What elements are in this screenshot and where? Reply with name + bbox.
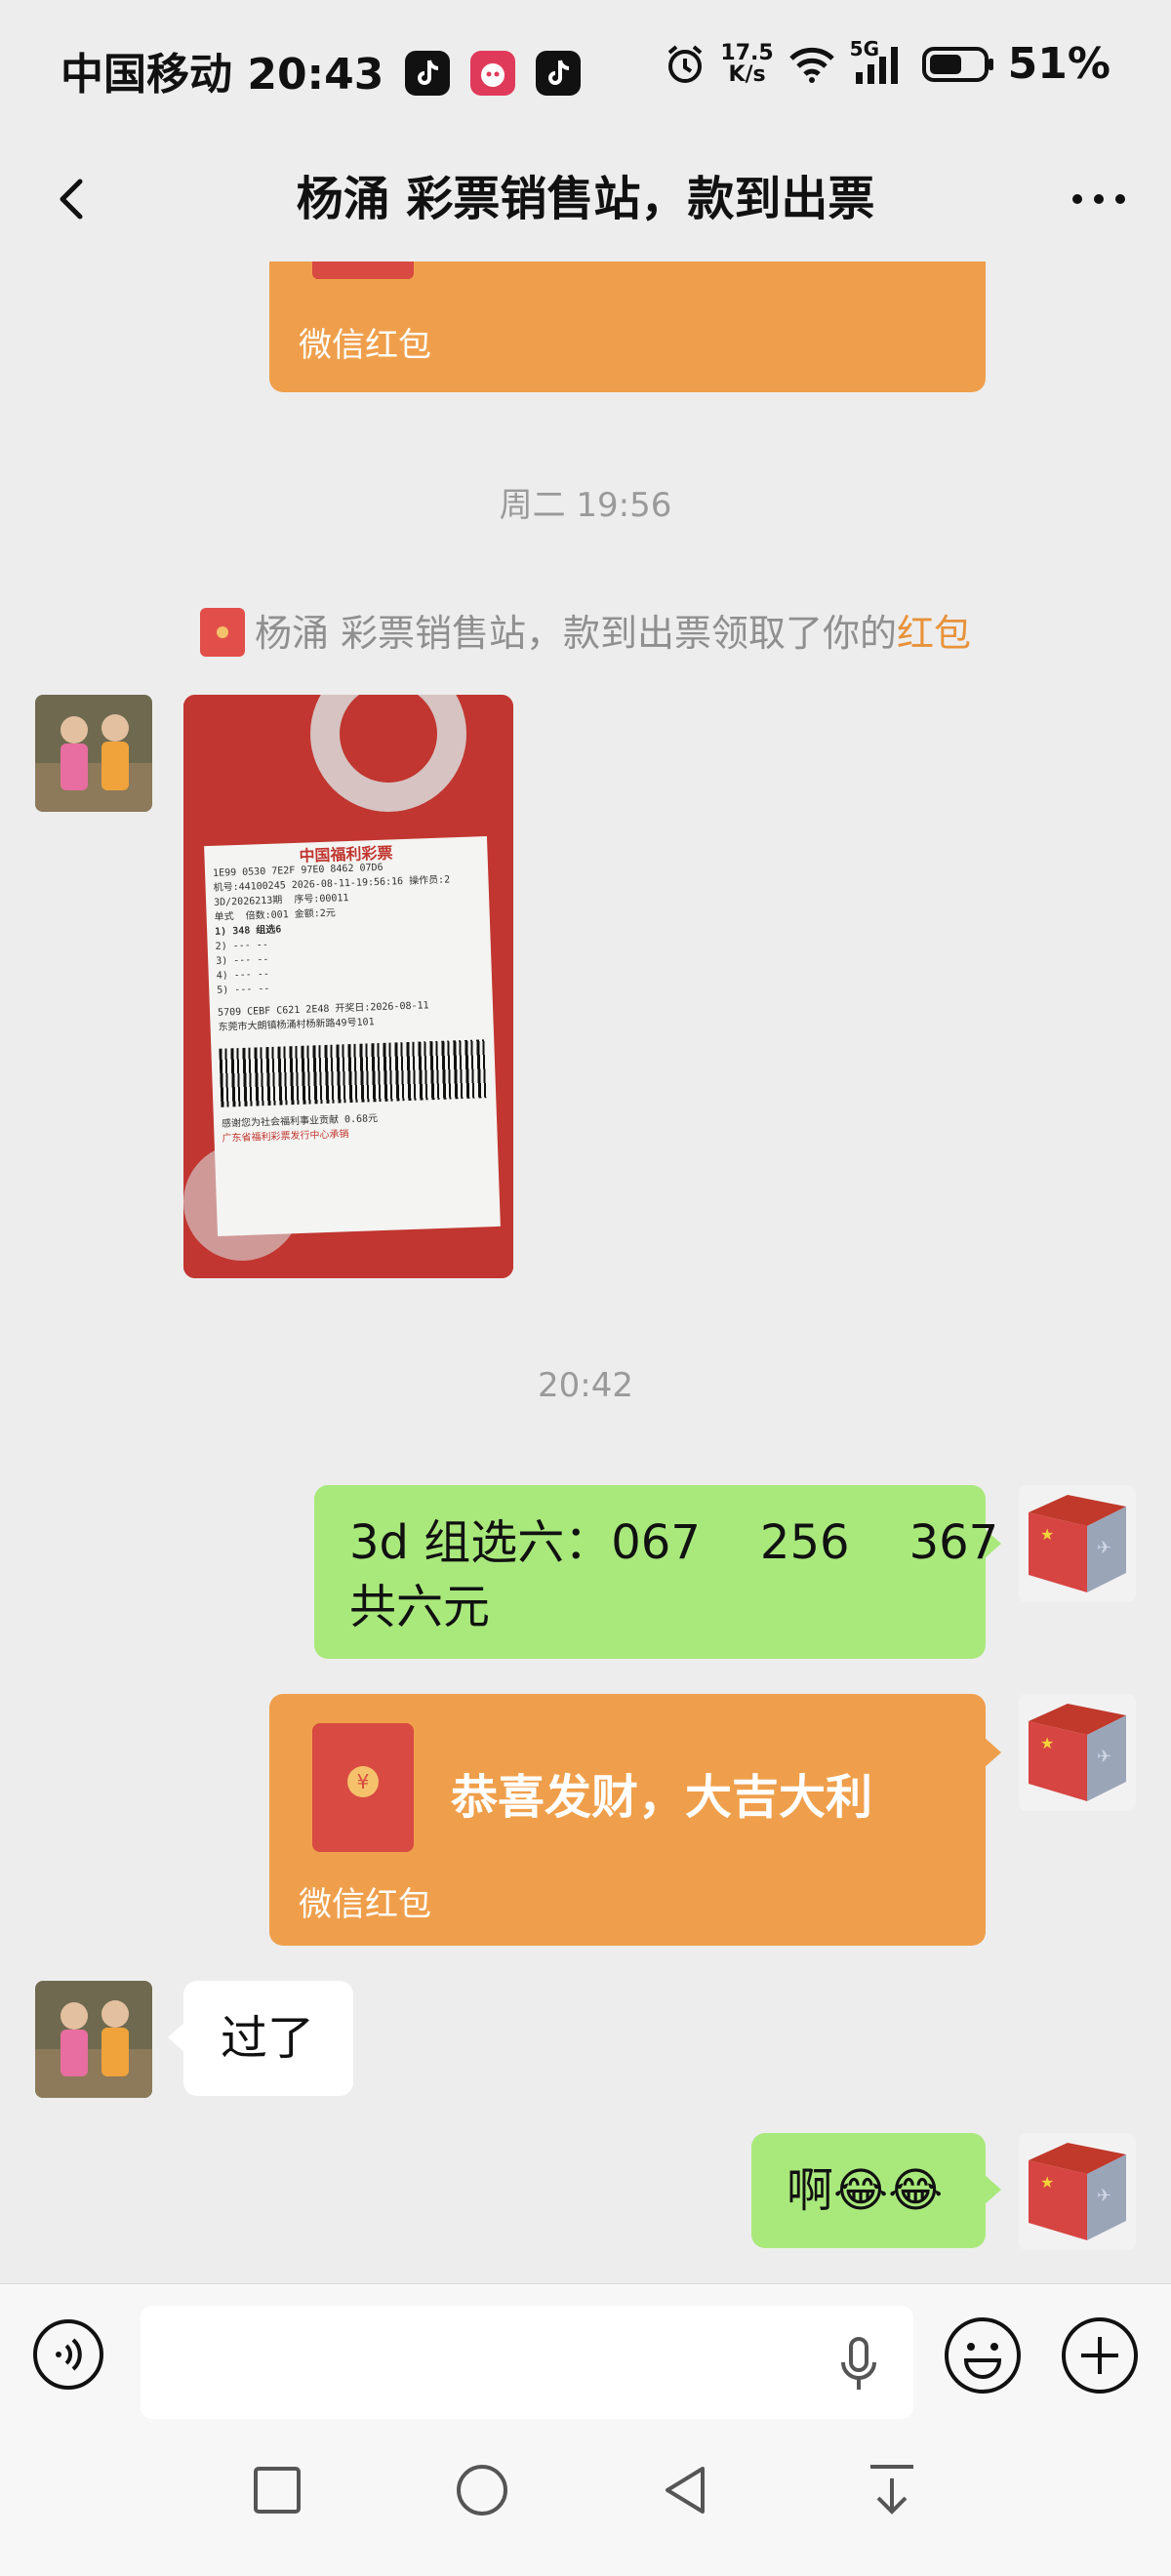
more-button[interactable] <box>1060 160 1138 238</box>
carrier-label: 中国移动 <box>61 50 232 100</box>
sent-reply-bubble[interactable]: 啊😂😂 <box>751 2133 1001 2248</box>
red-packet-message[interactable]: 微信红包 <box>269 262 986 392</box>
battery-icon <box>921 46 993 82</box>
received-text-bubble[interactable]: 过了 <box>168 1981 353 2096</box>
message-input[interactable] <box>141 2306 913 2419</box>
more-dots-icon <box>1072 194 1125 204</box>
clock: 20:43 <box>247 50 384 100</box>
red-packet-title: 恭喜发财，大吉大利 <box>451 1770 873 1825</box>
ticket-photo[interactable]: 中国福利彩票 1E99 0530 7E2F 97E0 8462 07D6 机号:… <box>183 695 513 1278</box>
timestamp: 周二 19:56 <box>499 486 672 525</box>
net-speed-unit: K/s <box>728 61 766 87</box>
ticket-line: 3D/2026213期 <box>213 895 283 908</box>
voice-input-button[interactable] <box>831 2335 886 2394</box>
sent-text-line-1: 3d 组选六：067 256 367 <box>349 1515 999 1570</box>
red-packet-icon <box>312 262 414 279</box>
smiley-icon <box>945 2317 1021 2394</box>
pull-down-icon <box>870 2465 913 2515</box>
my-avatar[interactable]: ★ ✈ <box>1019 2133 1136 2250</box>
system-notice-text: 杨涌 彩票销售站，款到出票领取了你的 <box>254 612 898 655</box>
chat-title: 杨涌 彩票销售站，款到出票 <box>296 172 875 226</box>
signal-icon: 5G <box>850 37 909 86</box>
input-bar <box>0 2283 1171 2421</box>
sent-reply-text: 啊😂😂 <box>787 2158 943 2223</box>
circle-icon <box>457 2465 507 2516</box>
ticket-line: 序号:00011 <box>294 893 349 906</box>
status-right: 17.5 K/s 5G 51% <box>664 37 1110 89</box>
recents-button[interactable] <box>250 2463 304 2517</box>
red-packet-link[interactable]: 红包 <box>897 612 971 655</box>
system-notice: 杨涌 彩票销售站，款到出票领取了你的红包 <box>0 603 1171 661</box>
voice-mode-button[interactable] <box>31 2317 105 2392</box>
triangle-back-icon <box>666 2467 705 2514</box>
avatar-flag-cube-image: ★ ✈ <box>1019 2133 1136 2250</box>
avatar-flag-cube-image: ★ ✈ <box>1019 1485 1136 1602</box>
more-functions-button[interactable] <box>1060 2315 1140 2395</box>
laughing-crying-emoji-icon: 😂😂 <box>833 2163 944 2218</box>
home-button[interactable] <box>453 2461 511 2519</box>
back-nav-button[interactable] <box>656 2461 714 2519</box>
wifi-icon <box>788 47 834 83</box>
contact-avatar[interactable] <box>35 695 152 812</box>
message-list[interactable]: 微信红包 周二 19:56 杨涌 彩票销售站，款到出票领取了你的红包 中国福利彩… <box>0 262 1171 2283</box>
my-avatar[interactable]: ★ ✈ <box>1019 1694 1136 1811</box>
net-speed: 17.5 K/s <box>720 42 773 87</box>
received-text: 过了 <box>221 2011 315 2066</box>
emoji-button[interactable] <box>943 2315 1023 2395</box>
sent-text-bubble[interactable]: 3d 组选六：067 256 367 共六元 <box>314 1485 1001 1659</box>
my-avatar[interactable]: ★ ✈ <box>1019 1485 1136 1602</box>
svg-text:★: ★ <box>1040 2173 1054 2192</box>
sent-text-line-2: 共六元 <box>349 1580 491 1634</box>
ticket-barcode <box>219 1039 489 1107</box>
notification-pull-button[interactable] <box>863 2459 921 2521</box>
svg-text:✈: ✈ <box>1097 1538 1111 1558</box>
svg-text:★: ★ <box>1040 1525 1054 1544</box>
avatar-kids-image <box>35 1981 152 2098</box>
voice-icon <box>33 2319 103 2390</box>
app-pig-icon <box>470 51 516 96</box>
red-packet-message[interactable]: ¥ 恭喜发财，大吉大利 微信红包 <box>269 1694 1001 1946</box>
status-left: 中国移动 20:43 <box>61 39 582 101</box>
plus-icon <box>1062 2317 1138 2394</box>
sent-reply-word: 啊 <box>787 2163 834 2218</box>
ticket-line: 倍数:001 金额:2元 <box>245 907 336 922</box>
red-packet-label: 微信红包 <box>299 326 431 365</box>
yuan-coin-icon: ¥ <box>347 1766 379 1797</box>
avatar-flag-cube-image: ★ ✈ <box>1019 1694 1136 1811</box>
square-icon <box>254 2467 301 2514</box>
lottery-ticket: 中国福利彩票 1E99 0530 7E2F 97E0 8462 07D6 机号:… <box>204 836 501 1236</box>
chat-header: 杨涌 彩票销售站，款到出票 <box>0 137 1171 262</box>
alarm-icon <box>668 44 703 83</box>
red-packet-small-icon <box>199 607 245 657</box>
chevron-left-icon <box>60 179 83 220</box>
battery-level: 51% <box>1007 39 1110 89</box>
microphone-icon <box>841 2337 876 2390</box>
timestamp: 20:42 <box>538 1366 633 1405</box>
svg-text:★: ★ <box>1040 1734 1054 1752</box>
tiktok-icon-2 <box>536 51 582 96</box>
back-button[interactable] <box>39 160 117 238</box>
red-packet-label: 微信红包 <box>299 1885 431 1924</box>
ticket-line: 单式 <box>214 911 234 923</box>
system-nav-bar <box>0 2420 1171 2576</box>
avatar-kids-image <box>35 695 152 812</box>
svg-text:✈: ✈ <box>1097 1747 1111 1767</box>
red-packet-envelope-icon: ¥ <box>312 1723 414 1852</box>
tiktok-icon <box>404 51 450 96</box>
svg-text:✈: ✈ <box>1097 2186 1111 2206</box>
status-bar: 中国移动 20:43 17.5 K/s 5G 51% <box>0 0 1171 137</box>
contact-avatar[interactable] <box>35 1981 152 2098</box>
